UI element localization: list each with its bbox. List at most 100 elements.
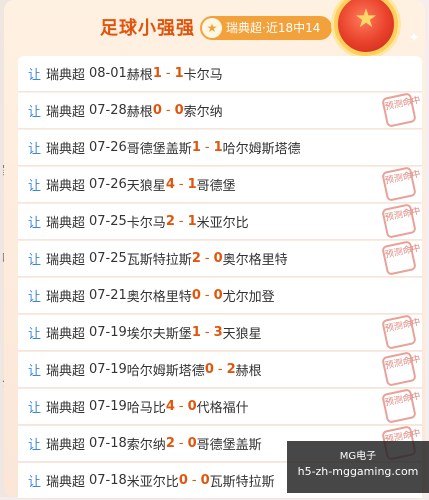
hit-stamp-icon: 预测命中	[381, 388, 422, 424]
home-team: 埃尔夫斯堡	[126, 327, 192, 342]
league-record-badge[interactable]: ★ 瑞典超·近18中14	[200, 16, 333, 40]
handicap-tag: 让	[28, 438, 42, 453]
match-league: 瑞典超	[46, 142, 86, 157]
match-league: 瑞典超	[46, 475, 86, 490]
home-score: 2	[165, 436, 175, 451]
handicap-tag: 让	[28, 401, 42, 416]
match-league: 瑞典超	[46, 327, 86, 342]
medal-icon: ★	[334, 0, 398, 56]
away-score: 3	[213, 325, 223, 340]
match-row[interactable]: 让瑞典超 07-21 奥尔格里特 0-0 尤尔加登	[18, 278, 422, 314]
match-date: 07-19	[89, 399, 127, 414]
home-score: 0	[152, 103, 162, 118]
star-icon: ★	[202, 18, 222, 38]
handicap-tag: 让	[28, 179, 42, 194]
away-score: 1	[187, 214, 197, 229]
away-score: 0	[187, 436, 197, 451]
hit-stamp-icon: 预测命中	[381, 92, 422, 128]
score-separator: -	[204, 140, 210, 155]
match-row[interactable]: 让瑞典超 07-28 赫根 0-0 索尔纳 预测命中	[18, 92, 422, 129]
match-date: 07-25	[89, 214, 127, 229]
score-separator: -	[178, 214, 184, 229]
match-league: 瑞典超	[46, 253, 86, 268]
away-team: 瓦斯特拉斯	[209, 475, 275, 490]
score-separator: -	[191, 473, 197, 488]
away-team: 代格福什	[196, 401, 249, 416]
match-row[interactable]: 让瑞典超 07-26 天狼星 4-1 哥德堡 预测命中	[18, 166, 422, 203]
match-row[interactable]: 让瑞典超 07-19 哈马比 4-0 代格福什 预测命中	[18, 388, 422, 425]
home-team: 哈马比	[126, 401, 166, 416]
score-separator: -	[204, 288, 210, 303]
handicap-tag: 让	[28, 475, 42, 490]
match-row[interactable]: 让瑞典超 07-25 瓦斯特拉斯 2-0 奥尔格里特 预测命中	[18, 240, 422, 277]
score-separator: -	[165, 66, 171, 81]
away-score: 0	[213, 251, 223, 266]
away-score: 1	[187, 177, 197, 192]
medal-star-icon: ★	[354, 4, 378, 34]
away-team: 米亚尔比	[196, 216, 249, 231]
match-date: 07-18	[89, 436, 127, 451]
away-team: 天狼星	[222, 327, 262, 342]
away-score: 0	[213, 288, 223, 303]
away-team: 赫根	[235, 364, 262, 379]
home-score: 2	[165, 214, 175, 229]
match-row[interactable]: 让瑞典超 07-19 埃尔夫斯堡 1-3 天狼星 预测命中	[18, 314, 422, 351]
away-score: 1	[174, 66, 184, 81]
hit-stamp-icon: 预测命中	[381, 314, 422, 350]
watermark-line1: MG电子	[339, 451, 377, 462]
score-separator: -	[165, 103, 171, 118]
away-score: 0	[174, 103, 184, 118]
sparkle-icon: ✦	[408, 30, 420, 46]
match-date: 07-18	[89, 473, 127, 488]
score-separator: -	[178, 177, 184, 192]
handicap-tag: 让	[28, 364, 42, 379]
handicap-tag: 让	[28, 105, 42, 120]
match-date: 07-28	[89, 103, 127, 118]
prediction-widget: 足球小强强 ★ 瑞典超·近18中14 ★ ✦ 让瑞典超 08-01 赫根 1-1 卡尔…	[4, 0, 425, 500]
away-team: 哥德堡盖斯	[196, 438, 262, 453]
home-team: 索尔纳	[126, 438, 166, 453]
score-separator: -	[204, 251, 210, 266]
match-date: 07-19	[89, 362, 127, 377]
away-score: 0	[200, 473, 210, 488]
widget-title: 足球小强强	[100, 18, 195, 39]
home-score: 4	[165, 177, 175, 192]
away-score: 1	[213, 140, 223, 155]
match-date: 07-26	[89, 177, 127, 192]
score-separator: -	[217, 362, 223, 377]
away-team: 卡尔马	[183, 68, 223, 83]
match-row[interactable]: 让瑞典超 08-01 赫根 1-1 卡尔马	[18, 56, 422, 92]
match-league: 瑞典超	[46, 438, 86, 453]
widget-header: 足球小强强 ★ 瑞典超·近18中14 ★ ✦	[4, 0, 425, 56]
match-row[interactable]: 让瑞典超 07-26 哥德堡盖斯 1-1 哈尔姆斯塔德	[18, 130, 422, 166]
home-score: 0	[178, 473, 188, 488]
watermark-line2: h5-zh-mggaming.com	[297, 465, 419, 478]
match-league: 瑞典超	[46, 105, 86, 120]
away-score: 2	[226, 362, 236, 377]
handicap-tag: 让	[28, 290, 42, 305]
home-team: 赫根	[126, 68, 153, 83]
score-separator: -	[204, 325, 210, 340]
handicap-tag: 让	[28, 327, 42, 342]
match-date: 07-25	[89, 251, 127, 266]
home-team: 奥尔格里特	[126, 290, 192, 305]
away-team: 奥尔格里特	[222, 253, 288, 268]
away-team: 索尔纳	[183, 105, 223, 120]
hit-stamp-icon: 预测命中	[381, 166, 422, 202]
away-score: 0	[187, 399, 197, 414]
match-list: 让瑞典超 08-01 赫根 1-1 卡尔马让瑞典超 07-28 赫根 0-0 索尔纳 预测命中…	[18, 56, 422, 500]
match-row[interactable]: 让瑞典超 07-19 哈尔姆斯塔德 0-2 赫根 预测命中	[18, 351, 422, 388]
league-record-label: 瑞典超·近18中14	[226, 21, 321, 35]
handicap-tag: 让	[28, 216, 42, 231]
match-row[interactable]: 让瑞典超 07-25 卡尔马 2-1 米亚尔比 预测命中	[18, 203, 422, 240]
match-league: 瑞典超	[46, 401, 86, 416]
handicap-tag: 让	[28, 253, 42, 268]
away-team: 哥德堡	[196, 179, 236, 194]
home-score: 0	[191, 288, 201, 303]
match-date: 07-26	[89, 140, 127, 155]
home-team: 卡尔马	[126, 216, 166, 231]
home-score: 1	[152, 66, 162, 81]
home-team: 哈尔姆斯塔德	[126, 364, 205, 379]
match-league: 瑞典超	[46, 68, 86, 83]
home-team: 瓦斯特拉斯	[126, 253, 192, 268]
